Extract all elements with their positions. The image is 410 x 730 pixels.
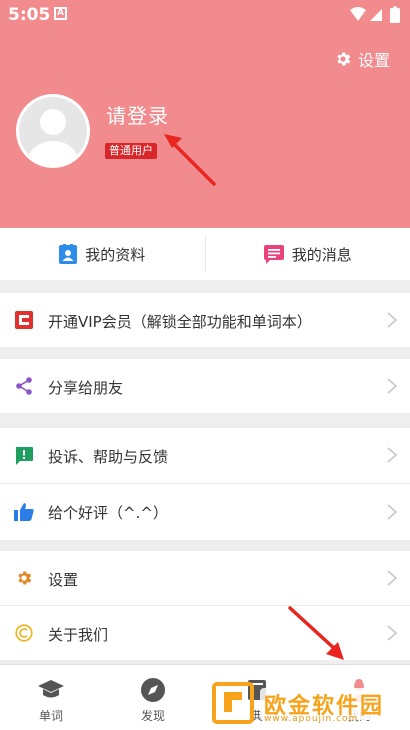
header-settings-button[interactable]: 设置 — [334, 48, 390, 70]
menu-item-rate[interactable]: 给个好评（^.^） — [0, 484, 410, 540]
nav-tab-discover[interactable]: 发现 — [118, 665, 188, 730]
chevron-right-icon — [387, 312, 398, 328]
menu-item-feedback[interactable]: 投诉、帮助与反馈 — [0, 428, 410, 483]
menu-item-rate-label: 给个好评（^.^） — [48, 504, 168, 522]
status-bar: 5:05 A — [0, 0, 410, 30]
share-icon — [14, 376, 34, 396]
tab-my-messages[interactable]: 我的消息 — [206, 228, 410, 280]
battery-icon — [390, 8, 400, 23]
menu-item-settings-label: 设置 — [48, 571, 79, 589]
menu-item-settings[interactable]: 设置 — [0, 551, 410, 605]
menu-item-share[interactable]: 分享给朋友 — [0, 359, 410, 413]
profile-header: 5:05 A 设置 请登录 普通用户 — [0, 0, 410, 228]
feedback-icon — [14, 446, 34, 466]
gear-icon — [337, 52, 351, 66]
gear-icon — [14, 568, 34, 588]
menu-item-about[interactable]: 关于我们 — [0, 606, 410, 660]
profile-card-icon — [59, 244, 78, 264]
nav-tab-words-label: 单词 — [38, 709, 63, 723]
status-icons — [350, 6, 400, 23]
avatar-placeholder — [19, 97, 87, 165]
avatar[interactable] — [16, 94, 90, 168]
menu-item-about-label: 关于我们 — [48, 626, 109, 644]
graduation-cap-icon — [38, 680, 64, 698]
login-prompt[interactable]: 请登录 — [106, 100, 169, 129]
chevron-right-icon — [387, 504, 398, 520]
header-settings-label: 设置 — [357, 51, 390, 70]
menu-item-feedback-label: 投诉、帮助与反馈 — [48, 448, 169, 466]
copyright-icon — [14, 623, 34, 643]
nav-tab-words[interactable]: 单词 — [16, 665, 86, 730]
user-level-badge: 普通用户 — [105, 143, 157, 159]
vip-icon — [14, 310, 34, 330]
wifi-icon — [350, 7, 366, 21]
signal-icon — [370, 9, 382, 21]
notification-a-icon: A — [54, 7, 67, 20]
menu-item-share-label: 分享给朋友 — [48, 379, 124, 397]
person-silhouette-icon — [27, 109, 79, 165]
status-time: 5:05 — [8, 5, 51, 25]
chevron-right-icon — [387, 625, 398, 641]
menu-item-vip[interactable]: 开通VIP会员（解锁全部功能和单词本） — [0, 293, 410, 347]
thumbs-up-icon — [14, 502, 34, 522]
compass-icon — [141, 678, 165, 702]
nav-tab-discover-label: 发现 — [140, 709, 165, 723]
chevron-right-icon — [387, 570, 398, 586]
profile-tabs: 我的资料 我的消息 — [0, 228, 410, 280]
tab-my-profile[interactable]: 我的资料 — [0, 228, 205, 280]
chevron-right-icon — [387, 447, 398, 463]
watermark-url: www.apoujin.com — [264, 714, 359, 724]
message-icon — [263, 244, 284, 264]
menu-item-vip-label: 开通VIP会员（解锁全部功能和单词本） — [48, 313, 312, 331]
tab-my-profile-label: 我的资料 — [85, 245, 146, 264]
chevron-right-icon — [387, 378, 398, 394]
annotation-arrow-icon — [164, 134, 216, 186]
tab-my-messages-label: 我的消息 — [291, 245, 352, 264]
